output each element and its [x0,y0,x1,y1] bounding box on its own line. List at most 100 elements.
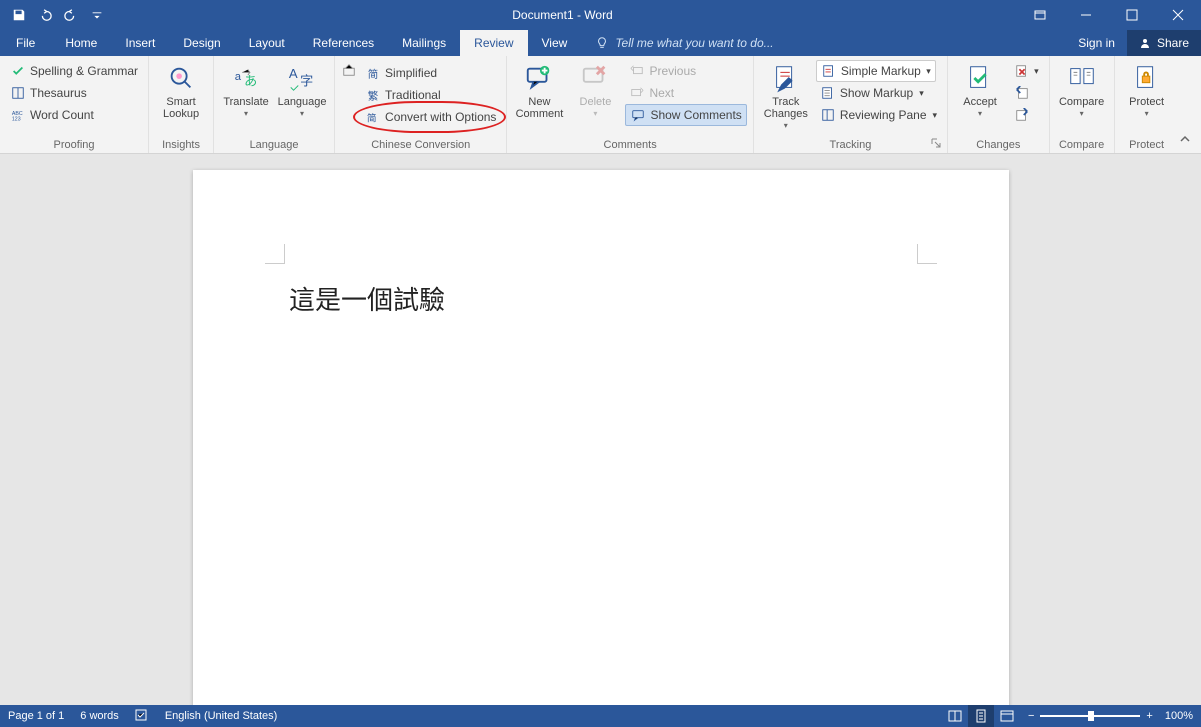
thesaurus-button[interactable]: Thesaurus [6,82,142,104]
delete-comment-icon [579,62,611,94]
accept-label: Accept [963,96,997,108]
delete-label: Delete [580,96,612,108]
read-mode-button[interactable] [942,705,968,727]
group-comments: New Comment Delete ▾ Previous Next Show [507,56,753,153]
tab-references[interactable]: References [299,30,388,56]
show-comments-label: Show Comments [650,108,741,122]
ribbon: Spelling & Grammar Thesaurus ABC123 Word… [0,56,1201,154]
simplified-icon: 简 [365,65,381,81]
next-change-button[interactable] [1010,104,1043,126]
proofing-group-label: Proofing [6,137,142,153]
track-changes-button[interactable]: Track Changes ▾ [760,60,812,132]
next-comment-button: Next [625,82,746,104]
delete-comment-button[interactable]: Delete ▾ [569,60,621,120]
smart-lookup-button[interactable]: Smart Lookup [155,60,207,122]
changes-group-label: Changes [954,137,1043,153]
tab-review[interactable]: Review [460,30,527,56]
share-button[interactable]: Share [1127,30,1201,56]
tab-file[interactable]: File [0,30,51,56]
language-status[interactable]: English (United States) [165,710,278,722]
document-area[interactable]: 這是一個試驗 [0,156,1201,705]
dropdown-icon: ▾ [244,109,248,118]
tracking-group-label: Tracking [760,137,941,153]
smart-lookup-label: Smart Lookup [163,96,199,120]
language-label: Language [278,96,327,108]
tab-mailings[interactable]: Mailings [388,30,460,56]
previous-change-button[interactable] [1010,82,1043,104]
svg-text:字: 字 [300,74,313,89]
zoom-out-button[interactable]: − [1028,710,1034,722]
minimize-button[interactable] [1063,0,1109,30]
convert-with-options-button[interactable]: 简 Convert with Options [361,106,500,128]
tab-view[interactable]: View [528,30,582,56]
show-markup-button[interactable]: Show Markup ▾ [816,82,941,104]
reviewing-pane-button[interactable]: Reviewing Pane ▾ [816,104,941,126]
reject-button[interactable]: ▾ [1010,60,1043,82]
spelling-label: Spelling & Grammar [30,64,138,78]
lightbulb-magnifier-icon [165,62,197,94]
zoom-in-button[interactable]: + [1146,710,1152,722]
dropdown-icon: ▾ [978,109,982,118]
simplified-label: Simplified [385,66,437,80]
show-comments-button[interactable]: Show Comments [625,104,746,126]
document-page[interactable]: 這是一個試驗 [193,170,1009,705]
spelling-grammar-button[interactable]: Spelling & Grammar [6,60,142,82]
undo-button[interactable] [34,4,56,26]
tab-design[interactable]: Design [169,30,234,56]
show-comments-icon [630,107,646,123]
word-count-status[interactable]: 6 words [80,710,119,722]
compare-label: Compare [1059,96,1104,108]
ink-icon[interactable] [341,62,357,78]
margin-marker [265,244,285,264]
translate-button[interactable]: aあ Translate ▾ [220,60,272,120]
accept-button[interactable]: Accept ▾ [954,60,1006,120]
tab-layout[interactable]: Layout [235,30,299,56]
svg-text:あ: あ [244,74,257,89]
language-button[interactable]: A字 Language ▾ [276,60,328,120]
tracking-launcher[interactable] [931,137,943,149]
translate-icon: aあ [230,62,262,94]
web-layout-button[interactable] [994,705,1020,727]
quick-access-toolbar [0,4,108,26]
dropdown-icon: ▾ [593,109,597,118]
print-layout-button[interactable] [968,705,994,727]
traditional-icon: 繁 [365,87,381,103]
maximize-button[interactable] [1109,0,1155,30]
page-number-status[interactable]: Page 1 of 1 [8,710,64,722]
customize-qat-button[interactable] [86,4,108,26]
count-icon: ABC123 [10,107,26,123]
tab-insert[interactable]: Insert [111,30,169,56]
protect-button[interactable]: Protect ▾ [1121,60,1173,120]
chevron-down-icon: ▾ [926,66,931,77]
traditional-button[interactable]: 繁 Traditional [361,84,500,106]
word-count-button[interactable]: ABC123 Word Count [6,104,142,126]
proofing-status-icon[interactable] [135,708,149,725]
new-comment-button[interactable]: New Comment [513,60,565,122]
collapse-ribbon-button[interactable] [1179,133,1195,149]
tell-me-search[interactable]: Tell me what you want to do... [581,36,773,50]
simplified-button[interactable]: 简 Simplified [361,62,441,84]
svg-text:简: 简 [367,112,377,124]
convert-options-label: Convert with Options [385,110,496,124]
zoom-level[interactable]: 100% [1165,710,1193,722]
convert-options-icon: 简 [365,109,381,125]
tab-home[interactable]: Home [51,30,111,56]
compare-button[interactable]: Compare ▾ [1056,60,1108,120]
language-icon: A字 [286,62,318,94]
zoom-slider[interactable] [1040,715,1140,717]
chevron-down-icon: ▾ [1034,66,1039,77]
protect-label: Protect [1129,96,1164,108]
margin-marker [917,244,937,264]
document-text[interactable]: 這是一個試驗 [289,280,445,317]
sign-in-button[interactable]: Sign in [1066,36,1127,50]
compare-group-label: Compare [1056,137,1108,153]
book-icon [10,85,26,101]
close-button[interactable] [1155,0,1201,30]
chevron-down-icon: ▾ [933,110,938,121]
next-icon [629,85,645,101]
ribbon-display-options-button[interactable] [1017,0,1063,30]
simple-markup-label: Simple Markup [841,64,921,78]
display-for-review-dropdown[interactable]: Simple Markup ▾ [816,60,936,82]
redo-button[interactable] [60,4,82,26]
save-button[interactable] [8,4,30,26]
